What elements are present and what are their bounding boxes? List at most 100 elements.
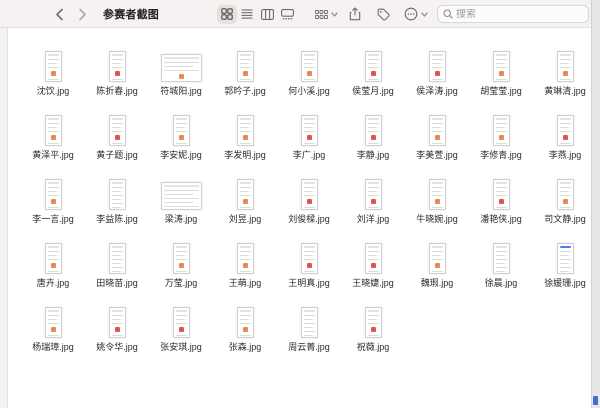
search-field[interactable] <box>437 5 589 23</box>
file-item[interactable]: 李燕.jpg <box>533 98 597 162</box>
view-gallery-button[interactable] <box>277 5 297 24</box>
file-item[interactable]: 侯泽涛.jpg <box>405 34 469 98</box>
file-thumbnail <box>365 307 382 338</box>
file-thumbnail <box>557 115 574 146</box>
share-button[interactable] <box>349 0 361 28</box>
file-item[interactable]: 徐晨.jpg <box>469 226 533 290</box>
file-item[interactable]: 郭昑子.jpg <box>213 34 277 98</box>
file-thumbnail <box>429 243 446 274</box>
file-item[interactable]: 唐卉.jpg <box>21 226 85 290</box>
file-thumbnail <box>161 54 202 82</box>
file-name: 魏瑕.jpg <box>421 278 454 288</box>
file-item[interactable]: 周云菁.jpg <box>277 290 341 354</box>
file-item[interactable]: 侯莹月.jpg <box>341 34 405 98</box>
file-browser-content: 沈饮.jpg 陈折春.jpg 符城阳.jpg 郭昑子.jpg 何小溪.jpg 侯… <box>9 28 591 408</box>
file-name: 郭昑子.jpg <box>224 86 266 96</box>
file-item[interactable]: 魏瑕.jpg <box>405 226 469 290</box>
file-item[interactable]: 黄琳清.jpg <box>533 34 597 98</box>
file-name: 唐卉.jpg <box>37 278 70 288</box>
view-list-button[interactable] <box>237 5 257 24</box>
file-item[interactable]: 刘昱.jpg <box>213 162 277 226</box>
file-thumbnail <box>45 307 62 338</box>
file-item[interactable]: 梁涛.jpg <box>149 162 213 226</box>
file-item[interactable]: 张森.jpg <box>213 290 277 354</box>
view-icon-grid-button[interactable] <box>217 5 237 24</box>
file-thumbnail <box>301 307 318 338</box>
chevron-left-icon <box>55 8 64 21</box>
file-item[interactable]: 李益陈.jpg <box>85 162 149 226</box>
tag-button[interactable] <box>377 0 390 28</box>
file-item[interactable]: 徐媛珊.jpg <box>533 226 597 290</box>
file-item[interactable]: 李发明.jpg <box>213 98 277 162</box>
file-name: 李一言.jpg <box>32 214 74 224</box>
file-name: 李静.jpg <box>357 150 390 160</box>
back-button[interactable] <box>51 0 67 28</box>
file-item[interactable]: 田晓苗.jpg <box>85 226 149 290</box>
view-columns-button[interactable] <box>257 5 277 24</box>
file-item[interactable]: 李一言.jpg <box>21 162 85 226</box>
file-item[interactable]: 王明真.jpg <box>277 226 341 290</box>
sidebar-edge-sliver <box>0 28 8 408</box>
file-thumbnail <box>173 115 190 146</box>
file-name: 梁涛.jpg <box>165 214 198 224</box>
file-item[interactable]: 杨瑞璋.jpg <box>21 290 85 354</box>
file-item[interactable]: 潘艳侠.jpg <box>469 162 533 226</box>
file-item[interactable]: 沈饮.jpg <box>21 34 85 98</box>
file-thumbnail <box>173 307 190 338</box>
file-item[interactable]: 司文静.jpg <box>533 162 597 226</box>
file-thumbnail <box>365 243 382 274</box>
file-name: 张森.jpg <box>229 342 262 352</box>
file-thumbnail <box>365 179 382 210</box>
chevron-right-icon <box>78 8 87 21</box>
ellipsis-circle-icon <box>404 7 418 21</box>
file-item[interactable]: 李广.jpg <box>277 98 341 162</box>
file-item[interactable]: 李安妮.jpg <box>149 98 213 162</box>
window-title: 参赛者截图 <box>103 6 159 22</box>
file-thumbnail <box>45 51 62 82</box>
file-item[interactable]: 祝薇.jpg <box>341 290 405 354</box>
file-item[interactable]: 李静.jpg <box>341 98 405 162</box>
file-item[interactable]: 黄子题.jpg <box>85 98 149 162</box>
file-thumbnail <box>45 179 62 210</box>
search-input[interactable] <box>456 9 583 20</box>
file-item[interactable]: 姚令华.jpg <box>85 290 149 354</box>
file-thumbnail <box>237 115 254 146</box>
file-item[interactable]: 黄泽平.jpg <box>21 98 85 162</box>
search-icon <box>443 9 453 19</box>
file-name: 刘洋.jpg <box>357 214 390 224</box>
file-thumbnail <box>429 51 446 82</box>
file-item[interactable]: 王萌.jpg <box>213 226 277 290</box>
file-item[interactable]: 符城阳.jpg <box>149 34 213 98</box>
group-by-button[interactable] <box>315 0 338 28</box>
file-item[interactable]: 何小溪.jpg <box>277 34 341 98</box>
file-thumbnail <box>45 115 62 146</box>
file-thumbnail <box>493 51 510 82</box>
file-item[interactable]: 万莹.jpg <box>149 226 213 290</box>
chevron-down-icon <box>331 12 338 17</box>
file-thumbnail <box>301 243 318 274</box>
file-thumbnail <box>161 182 202 210</box>
forward-button[interactable] <box>74 0 90 28</box>
file-thumbnail <box>301 115 318 146</box>
file-thumbnail <box>45 243 62 274</box>
file-thumbnail <box>493 115 510 146</box>
file-item[interactable]: 牛晓婉.jpg <box>405 162 469 226</box>
file-item[interactable]: 陈折春.jpg <box>85 34 149 98</box>
group-grid-icon <box>315 9 328 20</box>
file-thumbnail <box>301 179 318 210</box>
file-name: 李益陈.jpg <box>96 214 138 224</box>
file-item[interactable]: 张安琪.jpg <box>149 290 213 354</box>
file-thumbnail <box>365 51 382 82</box>
file-item[interactable]: 刘俊樑.jpg <box>277 162 341 226</box>
more-actions-button[interactable] <box>404 0 428 28</box>
file-thumbnail <box>365 115 382 146</box>
file-name: 沈饮.jpg <box>37 86 70 96</box>
file-name: 姚令华.jpg <box>96 342 138 352</box>
file-item[interactable]: 胡莹莹.jpg <box>469 34 533 98</box>
file-item[interactable]: 李美萱.jpg <box>405 98 469 162</box>
file-thumbnail <box>237 179 254 210</box>
toolbar: 参赛者截图 <box>0 0 591 28</box>
file-item[interactable]: 李修青.jpg <box>469 98 533 162</box>
file-item[interactable]: 刘洋.jpg <box>341 162 405 226</box>
file-item[interactable]: 王晓婕.jpg <box>341 226 405 290</box>
